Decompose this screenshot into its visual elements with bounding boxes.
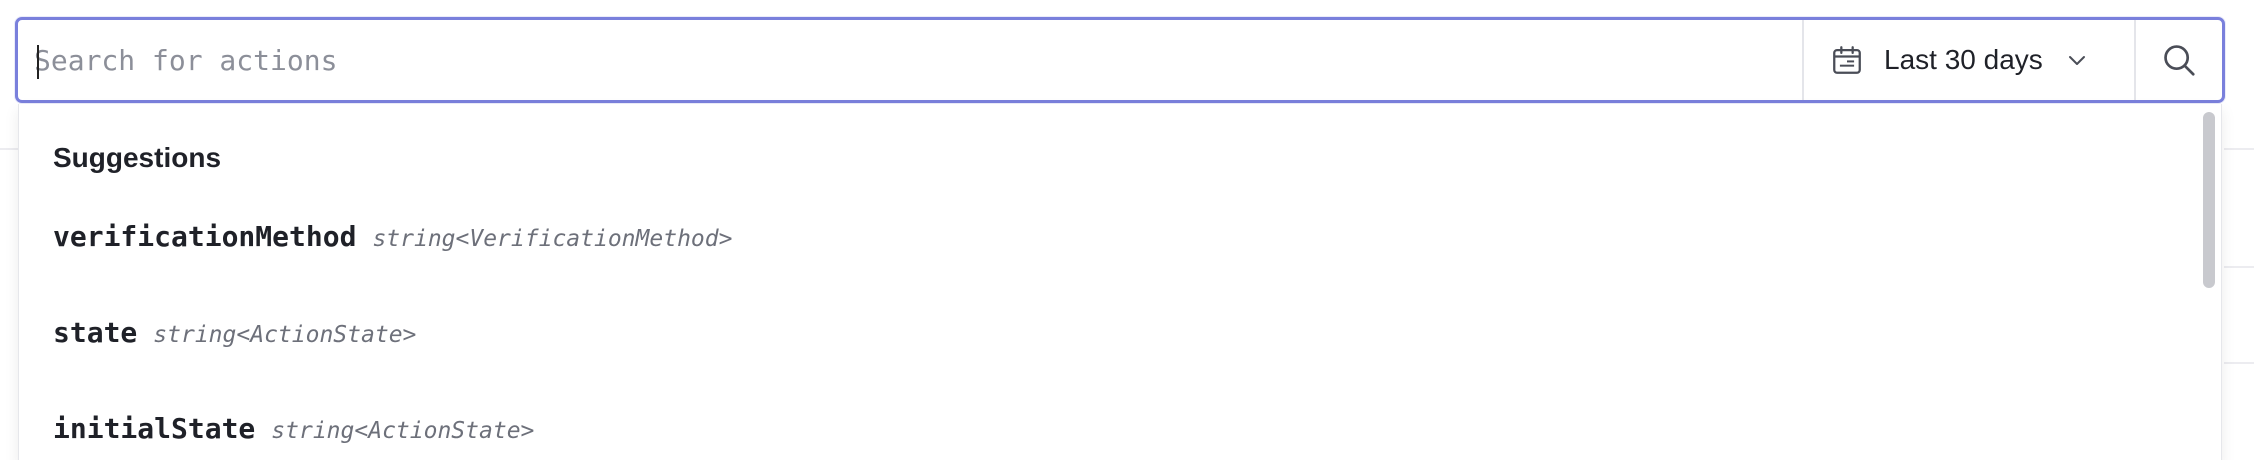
date-range-label: Last 30 days <box>1884 44 2043 75</box>
background-divider <box>2224 148 2254 150</box>
suggestions-heading: Suggestions <box>53 142 222 173</box>
scrollbar-thumb[interactable] <box>2203 112 2215 288</box>
search-bar: Last 30 days <box>15 17 2225 103</box>
date-range-picker[interactable]: Last 30 days <box>1802 20 2134 100</box>
chevron-down-icon <box>2068 56 2085 65</box>
suggestion-item[interactable]: state string<ActionState> <box>53 316 416 349</box>
suggestion-type: string<ActionState> <box>271 418 535 444</box>
suggestion-type: string<VerificationMethod> <box>372 226 733 252</box>
background-divider <box>2224 362 2254 364</box>
background-divider <box>0 148 18 150</box>
suggestion-type: string<ActionState> <box>153 322 417 348</box>
suggestions-dropdown: Suggestions verificationMethod string<Ve… <box>18 104 2222 460</box>
suggestion-name: verificationMethod <box>53 220 357 253</box>
text-caret <box>37 45 39 79</box>
page: Last 30 days Suggestions verificationMet… <box>0 0 2254 460</box>
calendar-icon <box>1833 46 1861 74</box>
search-icon <box>2164 45 2195 76</box>
suggestion-name: state <box>53 316 138 349</box>
search-button[interactable] <box>2134 20 2222 100</box>
suggestion-name: initialState <box>53 412 256 445</box>
suggestion-item[interactable]: verificationMethod string<VerificationMe… <box>53 220 732 253</box>
background-divider <box>2224 266 2254 268</box>
search-input[interactable] <box>18 20 1802 100</box>
suggestion-item[interactable]: initialState string<ActionState> <box>53 412 534 445</box>
